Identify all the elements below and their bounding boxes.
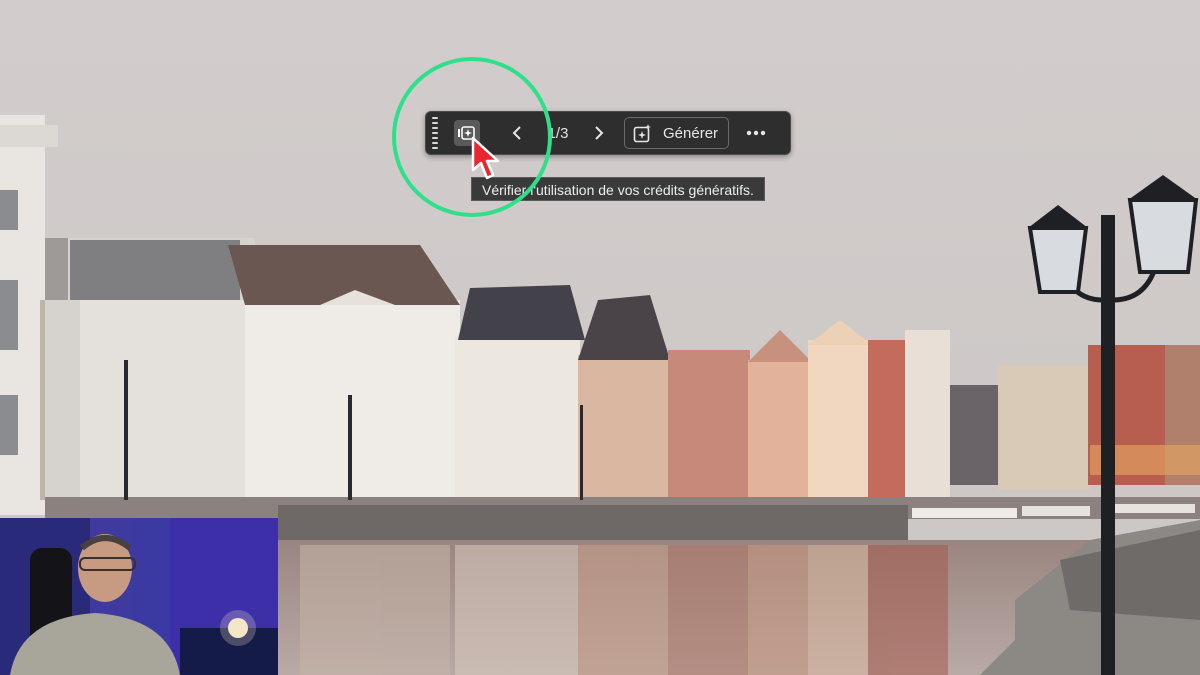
more-horizontal-icon [746,130,766,136]
generate-button[interactable]: Générer [624,117,730,149]
more-options-button[interactable] [743,120,769,146]
credits-tooltip: Vérifier l'utilisation de vos crédits gé… [471,177,765,201]
drag-handle-icon[interactable] [432,117,438,149]
contextual-task-bar: 1/3 Générer [425,111,791,155]
generative-credits-icon [458,126,475,140]
generate-sparkle-icon [633,124,651,143]
generate-label: Générer [663,124,719,142]
variation-counter: 1/3 [547,124,569,142]
webcam-overlay [0,518,278,675]
chevron-left-icon [512,126,521,140]
generative-credits-button[interactable] [454,120,480,146]
chevron-right-icon [595,126,604,140]
next-variation-button[interactable] [588,120,610,146]
previous-variation-button[interactable] [506,120,528,146]
